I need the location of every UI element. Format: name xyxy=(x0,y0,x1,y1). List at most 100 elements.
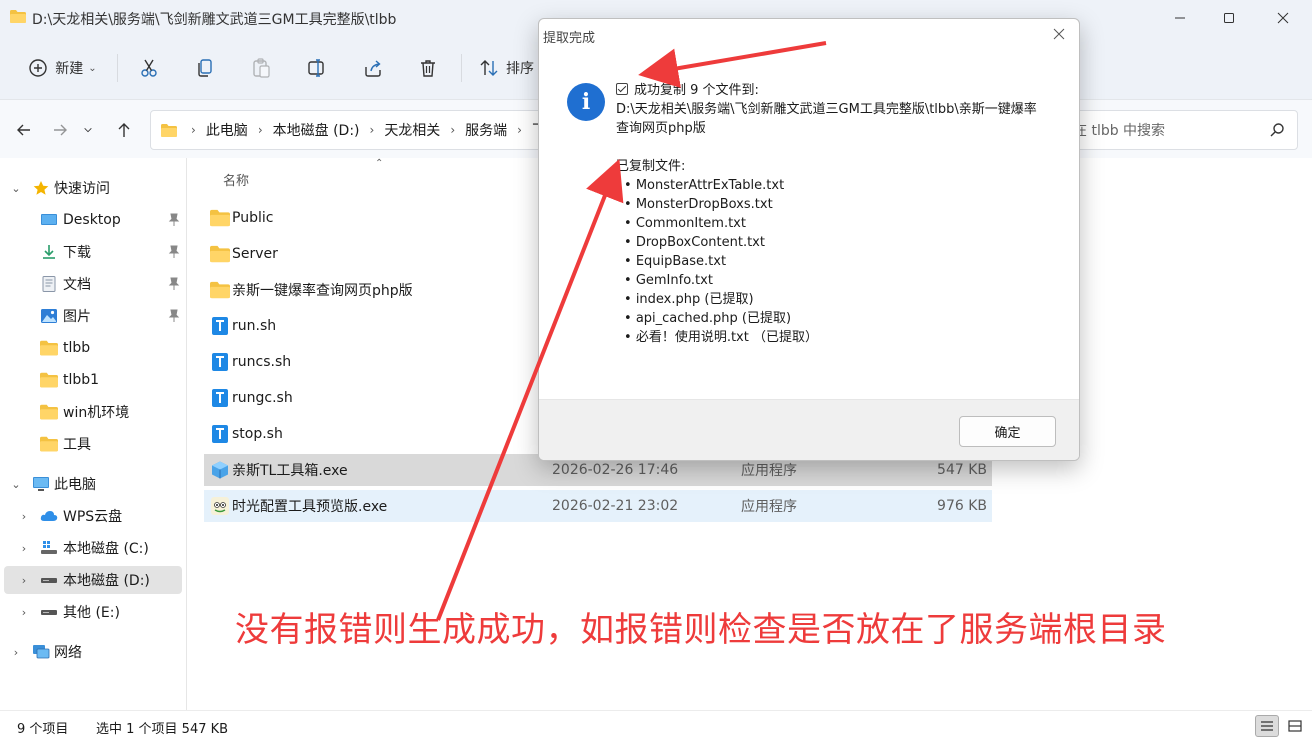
minimize-button[interactable] xyxy=(1155,0,1205,36)
nav-pictures[interactable]: 图片 xyxy=(4,302,182,330)
shell-script-icon xyxy=(212,389,228,407)
nav-label: tlbb1 xyxy=(63,372,100,388)
nav-tools[interactable]: 工具 xyxy=(4,430,182,458)
file-row[interactable]: 时光配置工具预览版.exe 2026-02-21 23:02 应用程序 976 … xyxy=(204,490,992,522)
nav-documents[interactable]: 文档 xyxy=(4,270,182,298)
copy-icon xyxy=(198,59,212,77)
nav-label: Desktop xyxy=(63,212,121,228)
nav-drive-c[interactable]: › 本地磁盘 (C:) xyxy=(4,534,182,562)
folder-icon xyxy=(161,123,177,137)
nav-tlbb[interactable]: tlbb xyxy=(4,334,182,362)
rename-icon xyxy=(308,59,324,77)
file-date: 2026-02-21 23:02 xyxy=(552,498,679,514)
rename-button[interactable] xyxy=(303,52,331,84)
breadcrumb-tianlong[interactable]: 天龙相关 xyxy=(384,120,440,140)
info-icon: i xyxy=(567,83,605,121)
cloud-icon xyxy=(40,511,58,521)
folder-icon xyxy=(210,209,230,227)
maximize-icon xyxy=(1224,13,1234,23)
nav-win-env[interactable]: win机环境 xyxy=(4,398,182,426)
dialog-message: 成功复制 9 个文件到: D:\天龙相关\服务端\飞剑新雕文武道三GM工具完整版… xyxy=(616,81,1056,347)
sort-caret-icon: ⌃ xyxy=(375,158,384,169)
breadcrumb-server[interactable]: 服务端 xyxy=(465,120,507,140)
arrow-right-icon xyxy=(54,124,67,136)
chevron-right-icon: › xyxy=(21,605,27,619)
nav-network[interactable]: › 网络 xyxy=(4,638,182,666)
paste-button[interactable] xyxy=(247,52,275,84)
copy-button[interactable] xyxy=(191,52,219,84)
dialog-title-bar: 提取完成 xyxy=(539,19,1079,51)
cut-button[interactable] xyxy=(135,52,163,84)
copied-files-header: 已复制文件: xyxy=(616,159,686,174)
system-drive-icon xyxy=(41,541,57,554)
dialog-footer: 确定 xyxy=(539,399,1079,460)
nav-label: tlbb xyxy=(63,340,91,356)
recent-locations-button[interactable] xyxy=(78,116,98,144)
close-window-button[interactable] xyxy=(1258,0,1308,36)
search-icon xyxy=(1270,123,1284,137)
new-button[interactable]: 新建 ⌄ xyxy=(22,52,102,84)
cartoon-app-icon xyxy=(211,497,229,515)
folder-icon xyxy=(10,10,26,23)
pictures-icon xyxy=(41,309,57,323)
nav-label: 文档 xyxy=(63,277,91,293)
breadcrumb-this-pc[interactable]: 此电脑 xyxy=(206,120,248,140)
tiles-view-button[interactable] xyxy=(1283,715,1307,737)
nav-drive-d[interactable]: › 本地磁盘 (D:) xyxy=(4,566,182,594)
drive-icon xyxy=(41,610,57,615)
selection-info: 选中 1 个项目 547 KB xyxy=(96,722,229,737)
copied-file: MonsterAttrExTable.txt xyxy=(624,176,1056,195)
drive-icon xyxy=(41,578,57,583)
file-size: 976 KB xyxy=(937,498,987,514)
trash-icon xyxy=(421,60,435,77)
star-icon xyxy=(33,181,49,195)
file-name: Server xyxy=(232,246,278,262)
delete-button[interactable] xyxy=(414,52,442,84)
nav-this-pc[interactable]: ⌄ 此电脑 xyxy=(4,470,182,498)
folder-icon xyxy=(40,372,58,388)
details-view-button[interactable] xyxy=(1255,715,1279,737)
nav-tlbb1[interactable]: tlbb1 xyxy=(4,366,182,394)
minimize-icon xyxy=(1175,17,1185,19)
share-icon xyxy=(365,60,381,77)
share-button[interactable] xyxy=(359,52,387,84)
breadcrumb-drive-d[interactable]: 本地磁盘 (D:) xyxy=(273,120,360,140)
file-size: 547 KB xyxy=(937,462,987,478)
scissors-icon xyxy=(141,59,157,77)
sort-button[interactable]: 排序 xyxy=(476,52,536,84)
new-label: 新建 xyxy=(55,61,84,77)
arrow-up-icon xyxy=(118,123,130,137)
nav-label: 下载 xyxy=(63,245,91,261)
nav-label: 此电脑 xyxy=(54,477,96,493)
sort-label: 排序 xyxy=(506,61,534,77)
shell-script-icon xyxy=(212,425,228,443)
back-button[interactable] xyxy=(10,116,38,144)
forward-button[interactable] xyxy=(46,116,74,144)
up-button[interactable] xyxy=(110,116,138,144)
checkbox-icon xyxy=(616,83,628,95)
annotation-text: 没有报错则生成成功，如报错则检查是否放在了服务端根目录 xyxy=(235,610,1167,650)
nav-label: 本地磁盘 (C:) xyxy=(63,541,149,557)
nav-quick-access[interactable]: ⌄ 快速访问 xyxy=(4,174,182,202)
chevron-down-icon: ⌄ xyxy=(88,62,97,74)
grid-view-icon xyxy=(1288,720,1302,732)
toolbar-separator xyxy=(461,54,462,82)
search-input[interactable]: 在 tlbb 中搜索 xyxy=(1058,110,1298,150)
dialog-title: 提取完成 xyxy=(543,31,596,46)
dialog-close-button[interactable] xyxy=(1053,25,1065,44)
shell-script-icon xyxy=(212,353,228,371)
ok-button[interactable]: 确定 xyxy=(959,416,1056,447)
nav-label: 工具 xyxy=(63,437,91,453)
nav-downloads[interactable]: 下载 xyxy=(4,238,182,266)
nav-wps-cloud[interactable]: › WPS云盘 xyxy=(4,502,182,530)
plus-circle-icon xyxy=(29,59,47,77)
success-line: 成功复制 9 个文件到: xyxy=(634,83,759,98)
nav-desktop[interactable]: Desktop xyxy=(4,206,182,234)
file-date: 2026-02-26 17:46 xyxy=(552,462,679,478)
column-header-name[interactable]: 名称 xyxy=(223,170,249,189)
maximize-button[interactable] xyxy=(1204,0,1254,36)
clipboard-icon xyxy=(253,58,270,78)
nav-drive-e[interactable]: › 其他 (E:) xyxy=(4,598,182,626)
toolbar-separator xyxy=(117,54,118,82)
navigation-pane: ⌄ 快速访问 Desktop 下载 文档 图片 tlbb tlbb1 win机环… xyxy=(0,158,187,710)
